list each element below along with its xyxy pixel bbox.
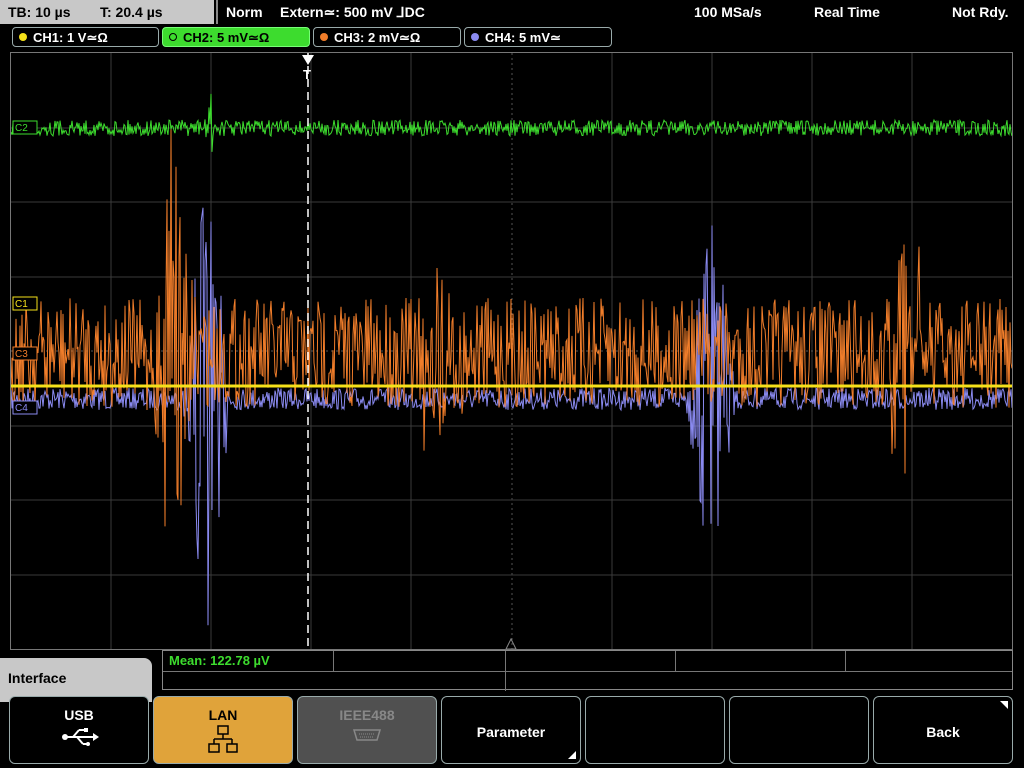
mean-measurement: Mean: 122.78 µV [169, 653, 270, 668]
run-state[interactable]: Not Rdy. [952, 0, 1009, 24]
tab-ch1[interactable]: CH1: 1 V≃Ω [12, 27, 159, 47]
usb-button[interactable]: USB [9, 696, 149, 764]
tab-ch2-label: CH2: 5 mV≃Ω [183, 30, 270, 45]
submenu-indicator-icon [568, 751, 576, 759]
ieee488-button-label: IEEE488 [339, 707, 395, 723]
acquisition-mode[interactable]: Norm [226, 0, 263, 24]
usb-icon [10, 725, 148, 752]
divider [216, 0, 218, 24]
divider [675, 651, 676, 671]
lan-button[interactable]: LAN [153, 696, 293, 764]
status-bar: TB: 10 µs T: 20.4 µs Norm Extern≃: 500 m… [0, 0, 1024, 24]
ch3-color-dot [320, 33, 328, 41]
divider [845, 651, 846, 671]
ch4-marker-label: C4 [15, 403, 28, 414]
acquisition-type: Real Time [814, 4, 880, 20]
tab-ch3[interactable]: CH3: 2 mV≃Ω [313, 27, 461, 47]
tab-ch4[interactable]: CH4: 5 mV≃ [464, 27, 612, 47]
ch1-color-dot [19, 33, 27, 41]
tab-ch2[interactable]: CH2: 5 mV≃Ω [162, 27, 310, 47]
empty-softkey-2[interactable] [729, 696, 869, 764]
waveform-display[interactable]: T C2 C1 C3 C4 [10, 52, 1013, 650]
ieee488-button[interactable]: IEEE488 [297, 696, 437, 764]
ch1-offset-marker[interactable]: C1 [12, 296, 38, 311]
ch4-offset-marker[interactable]: C4 [12, 400, 38, 415]
measurement-panel[interactable]: Mean: 122.78 µV [162, 650, 1013, 691]
timebase-value: TB: 10 µs [8, 4, 71, 20]
trigger-settings[interactable]: Extern≃: 500 mV ⅃DC [280, 0, 425, 24]
tab-ch4-label: CH4: 5 mV≃ [485, 30, 561, 45]
parameter-button[interactable]: Parameter [441, 696, 581, 764]
lan-network-icon [154, 725, 292, 758]
ch2-offset-marker[interactable]: C2 [12, 120, 38, 135]
ch1-marker-label: C1 [15, 299, 28, 310]
menu-title: Interface [8, 670, 67, 686]
usb-button-label: USB [64, 707, 94, 723]
timebase-box[interactable]: TB: 10 µs T: 20.4 µs [0, 0, 214, 24]
sample-rate: 100 MSa/s [694, 4, 762, 20]
trigger-time-value: T: 20.4 µs [100, 4, 163, 20]
lan-button-label: LAN [208, 707, 238, 723]
tab-ch1-label: CH1: 1 V≃Ω [33, 30, 108, 45]
ch3-offset-marker[interactable]: C3 [12, 346, 38, 361]
ch3-marker-label: C3 [15, 349, 28, 360]
back-button[interactable]: Back [873, 696, 1013, 764]
trigger-marker-icon[interactable] [302, 55, 314, 65]
trigger-level-marker-icon [505, 637, 517, 649]
ch4-color-dot [471, 33, 479, 41]
ch2-color-dot [169, 33, 177, 41]
ieee488-connector-icon [298, 725, 436, 748]
trigger-marker-label: T [303, 67, 311, 82]
ch2-marker-label: C2 [15, 123, 28, 134]
back-button-label: Back [926, 724, 960, 740]
channel-tabs: CH1: 1 V≃Ω CH2: 5 mV≃Ω CH3: 2 mV≃Ω CH4: … [0, 26, 1024, 50]
ch4-waveform [11, 207, 1012, 626]
waveform-svg: T C2 C1 C3 C4 [11, 53, 1012, 649]
divider [163, 671, 1012, 672]
parameter-button-label: Parameter [476, 724, 546, 740]
softkey-bar: USB LAN IEEE488 Parameter Back [0, 694, 1024, 768]
menu-corner-icon [1000, 701, 1008, 709]
divider [505, 651, 506, 691]
divider [333, 651, 334, 671]
empty-softkey-1[interactable] [585, 696, 725, 764]
tab-ch3-label: CH3: 2 mV≃Ω [334, 30, 421, 45]
